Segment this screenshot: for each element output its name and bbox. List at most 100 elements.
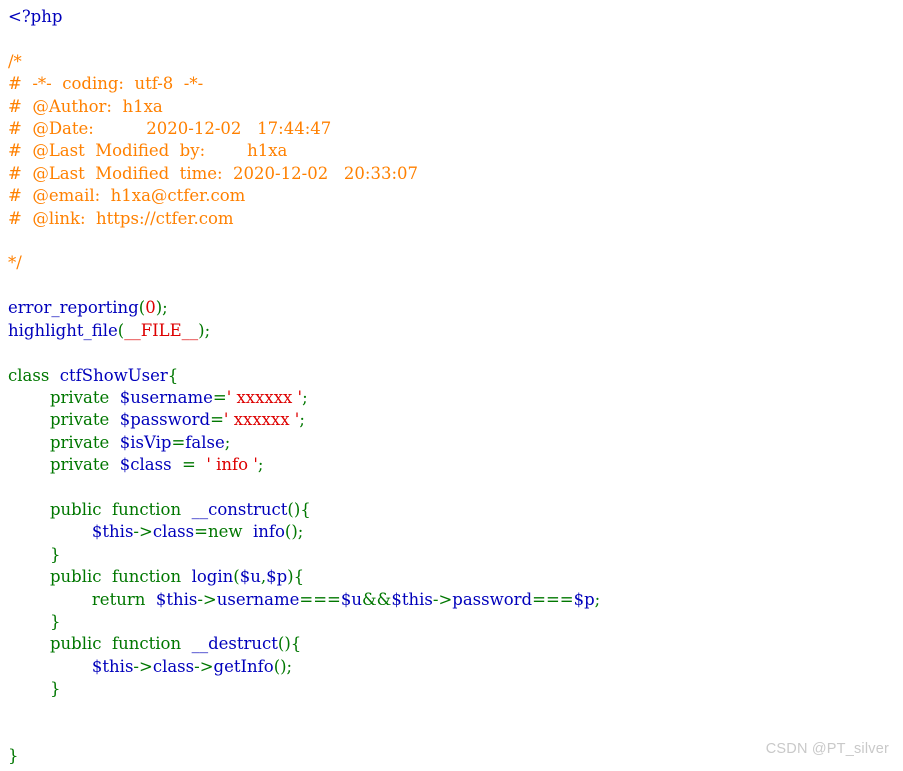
code-token-keyword: private xyxy=(49,455,110,475)
code-token-keyword xyxy=(145,590,156,609)
code-token-keyword xyxy=(8,545,50,564)
code-token-keyword: function xyxy=(112,567,182,587)
code-token-keyword xyxy=(109,410,120,429)
code-token-keyword: { xyxy=(167,365,179,385)
code-token-keyword: -> xyxy=(432,589,453,609)
code-token-keyword xyxy=(8,590,92,609)
code-token-keyword: = xyxy=(210,410,224,430)
code-token-default: $class xyxy=(119,455,172,475)
csdn-watermark: CSDN @PT_silver xyxy=(765,741,889,757)
code-token-default: $username xyxy=(119,387,213,407)
code-line: error_reporting(0); xyxy=(8,297,600,319)
code-token-keyword xyxy=(109,433,120,452)
code-token-keyword xyxy=(102,567,113,586)
code-token-comment: # @link: https://ctfer.com xyxy=(8,208,234,228)
code-line: } xyxy=(8,745,600,767)
code-line: private $isVip=false; xyxy=(8,432,600,454)
code-token-keyword: = xyxy=(212,387,227,407)
code-token-string: ' xxxxxx ' xyxy=(223,410,300,430)
code-line: /* xyxy=(8,51,600,73)
code-line: return $this->username===$u&&$this->pass… xyxy=(8,589,600,611)
code-token-keyword: -> xyxy=(194,656,214,676)
code-token-keyword: } xyxy=(49,544,61,564)
code-line: # @Last Modified time: 2020-12-02 20:33:… xyxy=(8,163,600,185)
code-token-string: __FILE__ xyxy=(124,320,199,340)
code-token-comment: */ xyxy=(8,253,22,273)
code-token-keyword: function xyxy=(112,634,182,654)
code-token-keyword: } xyxy=(49,611,61,631)
code-token-comment: # -*- coding: utf-8 -*- xyxy=(8,74,204,94)
code-line: private $username=' xxxxxx '; xyxy=(8,387,600,409)
code-token-default: $this xyxy=(391,589,433,609)
code-token-keyword: = xyxy=(194,522,208,542)
code-token-keyword: function xyxy=(112,499,182,519)
code-token-keyword: ; xyxy=(299,410,305,430)
code-token-default: <?php xyxy=(8,7,63,26)
code-token-keyword: -> xyxy=(133,522,153,542)
code-token-keyword xyxy=(109,388,120,407)
code-token-default: $p xyxy=(573,589,595,609)
code-token-default: username xyxy=(216,589,300,609)
code-token-keyword: ); xyxy=(155,298,168,318)
code-token-keyword xyxy=(8,522,92,541)
code-line: } xyxy=(8,678,600,700)
code-token-keyword xyxy=(8,455,50,474)
code-token-default: $u xyxy=(340,589,362,609)
code-token-keyword xyxy=(8,388,50,407)
code-line: # @Last Modified by: h1xa xyxy=(8,140,600,162)
code-token-keyword: (){ xyxy=(277,634,302,654)
code-line: highlight_file(__FILE__); xyxy=(8,320,600,342)
code-token-default: $p xyxy=(266,567,288,587)
code-token-keyword xyxy=(102,634,113,653)
code-token-default: $password xyxy=(119,410,211,430)
code-token-keyword: } xyxy=(8,746,19,766)
code-token-keyword: ; xyxy=(257,455,264,475)
code-line: */ xyxy=(8,252,600,274)
code-token-keyword: (){ xyxy=(287,499,311,519)
code-token-default: $u xyxy=(239,567,261,587)
code-token-keyword: ){ xyxy=(287,567,305,587)
code-token-default: $this xyxy=(155,589,198,609)
code-token-keyword xyxy=(8,433,50,452)
code-line: # @email: h1xa@ctfer.com xyxy=(8,185,600,207)
code-token-keyword: = xyxy=(171,432,186,452)
code-token-comment: /* xyxy=(8,51,22,71)
code-token-keyword xyxy=(181,567,192,586)
code-token-keyword: -> xyxy=(197,589,217,609)
code-token-comment: # @Last Modified by: h1xa xyxy=(8,141,288,161)
code-token-default: ctfShowUser xyxy=(59,365,168,385)
code-token-keyword: ; xyxy=(594,589,601,609)
code-token-keyword xyxy=(181,634,192,653)
code-token-keyword xyxy=(8,410,50,429)
code-line: public function __destruct(){ xyxy=(8,633,600,655)
code-token-default: class xyxy=(152,656,195,676)
code-line: } xyxy=(8,611,600,633)
code-token-keyword: new xyxy=(207,522,243,542)
code-token-default: __destruct xyxy=(191,634,278,654)
code-token-keyword: public xyxy=(49,634,102,654)
code-token-comment: # @Author: h1xa xyxy=(8,96,163,116)
code-token-keyword: } xyxy=(49,679,61,699)
code-token-default: class xyxy=(152,522,195,542)
code-token-keyword xyxy=(181,500,192,519)
code-token-keyword: ; xyxy=(302,387,308,407)
code-token-keyword xyxy=(8,567,50,586)
code-token-keyword: class xyxy=(8,365,50,385)
code-token-default: $isVip xyxy=(119,432,172,452)
code-token-keyword xyxy=(109,455,120,474)
code-token-keyword: private xyxy=(49,387,110,407)
code-token-string: ' info ' xyxy=(206,455,258,475)
code-token-default: false xyxy=(185,432,225,452)
code-token-keyword: private xyxy=(49,410,110,430)
code-token-keyword: -> xyxy=(133,656,153,676)
code-line: # @Date: 2020-12-02 17:44:47 xyxy=(8,118,600,140)
code-line: public function __construct(){ xyxy=(8,499,600,521)
code-token-keyword: (); xyxy=(284,522,304,542)
code-line: $this->class->getInfo(); xyxy=(8,656,600,678)
code-token-default: login xyxy=(191,567,234,587)
code-token-keyword xyxy=(8,634,50,653)
